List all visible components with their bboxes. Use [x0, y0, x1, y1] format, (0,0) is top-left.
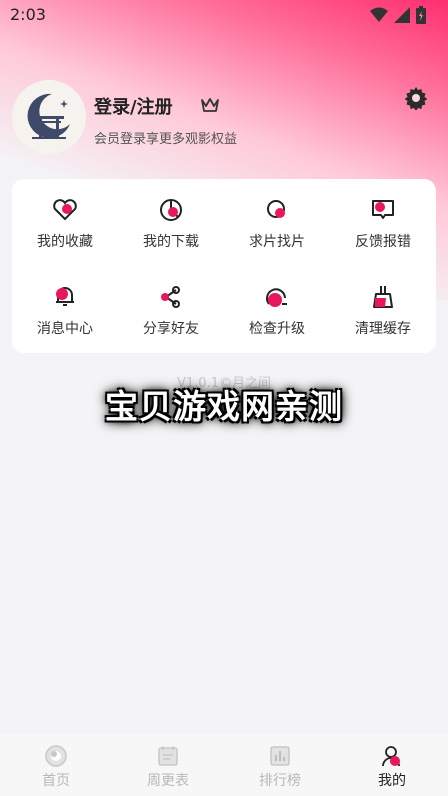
menu-item-favorites[interactable]: 我的收藏: [12, 179, 118, 266]
system-icons: [370, 6, 426, 24]
profile-section: 登录/注册 会员登录享更多观影权益: [12, 80, 436, 156]
tab-mine[interactable]: 我的: [336, 734, 448, 796]
crown-icon: [201, 98, 219, 112]
menu-label: 我的下载: [143, 234, 199, 250]
menu-item-feedback[interactable]: 反馈报错: [330, 179, 436, 266]
tab-ranking[interactable]: 排行榜: [224, 734, 336, 796]
signal-icon: [394, 7, 410, 23]
gear-icon[interactable]: [404, 86, 428, 110]
feedback-icon: [372, 200, 394, 219]
feature-menu-card: 我的收藏 我的下载 求片找片 反馈报错 消息中心 分享好友 检查升级 清理缓存: [12, 179, 436, 353]
login-register-link[interactable]: 登录/注册: [94, 93, 173, 119]
watermark-text: 宝贝游戏网亲测: [105, 387, 343, 426]
menu-label: 我的收藏: [37, 234, 93, 250]
tab-label: 我的: [378, 773, 406, 789]
menu-item-request-movie[interactable]: 求片找片: [224, 179, 330, 266]
avatar[interactable]: [12, 80, 86, 154]
home-icon: [45, 745, 67, 767]
tab-schedule[interactable]: 周更表: [112, 734, 224, 796]
menu-label: 清理缓存: [355, 321, 411, 337]
upgrade-icon: [266, 288, 287, 307]
menu-item-messages[interactable]: 消息中心: [12, 266, 118, 353]
wifi-icon: [370, 7, 388, 22]
menu-item-share[interactable]: 分享好友: [118, 266, 224, 353]
menu-label: 分享好友: [143, 321, 199, 337]
battery-icon: [416, 6, 426, 24]
member-subtitle: 会员登录享更多观影权益: [94, 132, 238, 147]
moon-gate-logo-icon: [12, 80, 86, 154]
profile-icon: [382, 746, 400, 767]
bell-icon: [56, 287, 74, 306]
heart-icon: [53, 199, 77, 221]
menu-item-clear-cache[interactable]: 清理缓存: [330, 266, 436, 353]
download-icon: [160, 199, 182, 221]
search-movie-icon: [267, 200, 285, 218]
share-icon: [161, 286, 180, 308]
menu-item-check-update[interactable]: 检查升级: [224, 266, 330, 353]
menu-label: 求片找片: [249, 234, 305, 250]
tab-home[interactable]: 首页: [0, 734, 112, 796]
tab-label: 首页: [42, 773, 70, 789]
broom-icon: [373, 286, 393, 308]
ranking-icon: [270, 746, 290, 766]
menu-label: 检查升级: [249, 321, 305, 337]
menu-item-downloads[interactable]: 我的下载: [118, 179, 224, 266]
status-time: 2:03: [10, 5, 46, 24]
tab-label: 周更表: [147, 773, 189, 789]
tab-label: 排行榜: [259, 773, 301, 789]
bottom-tab-bar: 首页 周更表 排行榜 我的: [0, 734, 448, 796]
menu-label: 反馈报错: [355, 234, 411, 250]
menu-label: 消息中心: [37, 321, 93, 337]
calendar-icon: [158, 746, 178, 766]
status-bar: 2:03: [0, 0, 448, 32]
